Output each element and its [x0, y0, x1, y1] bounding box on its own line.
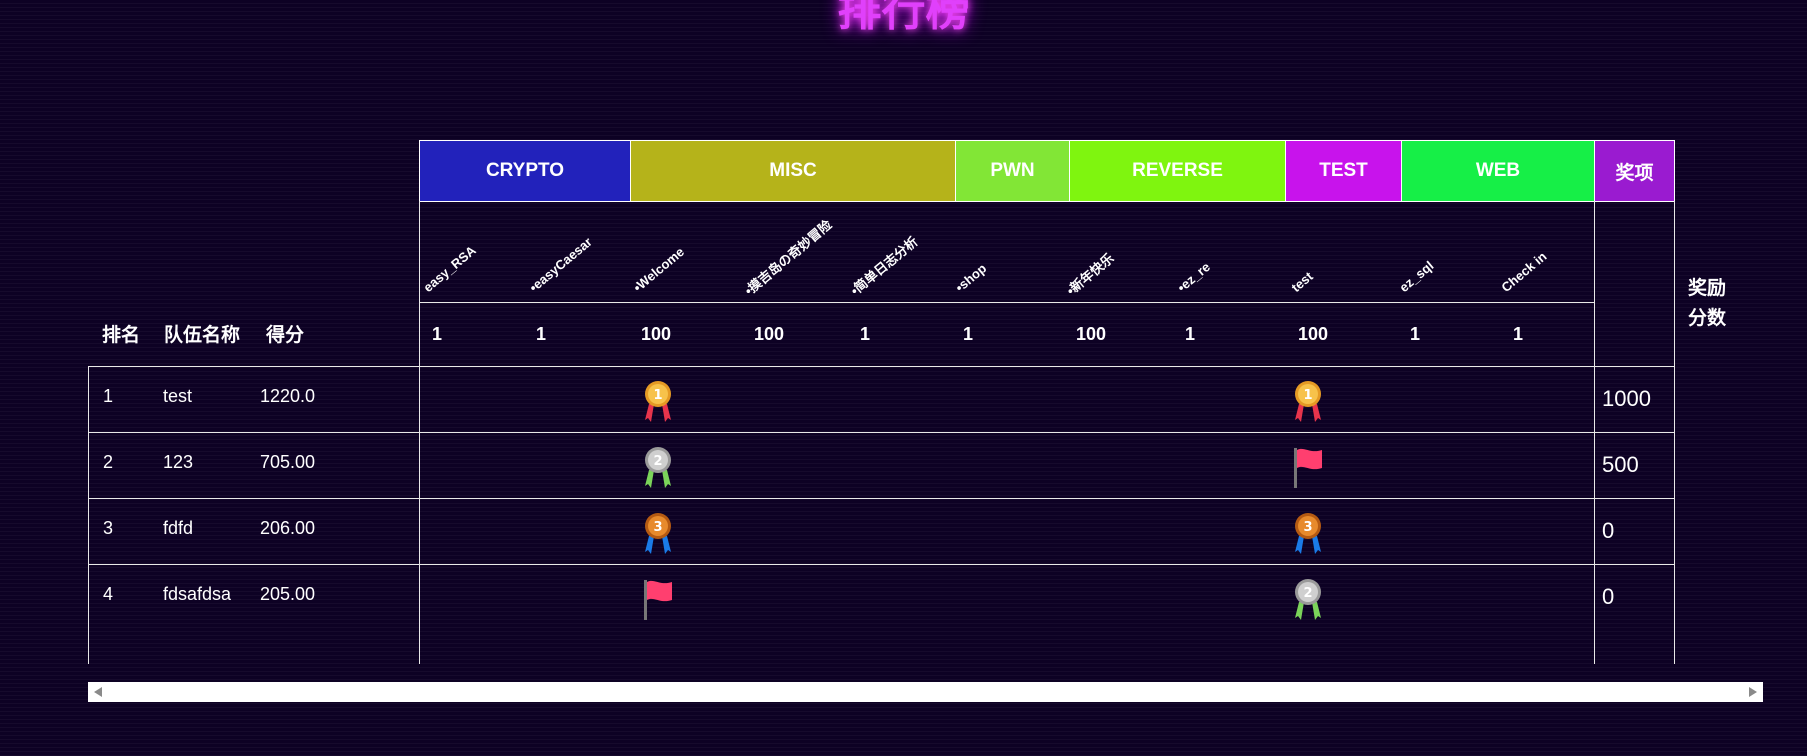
header-rank: 排名	[102, 325, 141, 346]
header-award: 奖励 分数	[1688, 274, 1726, 334]
bronze-medal-icon: 3	[1291, 510, 1325, 558]
category-misc: MISC	[630, 140, 956, 202]
category-reverse: REVERSE	[1069, 140, 1286, 202]
header-team: 队伍名称	[164, 325, 241, 346]
challenge-name[interactable]: ez_sql	[1396, 258, 1436, 295]
row-rank: 4	[103, 584, 114, 604]
svg-text:2: 2	[1303, 586, 1312, 601]
scroll-left-icon[interactable]	[94, 687, 102, 697]
header-score: 得分	[266, 325, 305, 346]
category-crypto: CRYPTO	[419, 140, 631, 202]
silver-medal-icon: 2	[641, 444, 675, 492]
challenge-name[interactable]: •简单日志分析	[846, 231, 921, 299]
silver-medal-icon: 2	[1291, 576, 1325, 624]
row-rank: 1	[103, 386, 114, 406]
svg-text:1: 1	[1303, 388, 1312, 403]
category-label: CRYPTO	[485, 160, 565, 181]
gold-medal-icon: 1	[1291, 378, 1325, 426]
category-label: REVERSE	[1132, 160, 1223, 181]
row-award: 1000	[1602, 386, 1651, 411]
category-test: TEST	[1285, 140, 1402, 202]
svg-text:1: 1	[653, 388, 662, 403]
row-award: 0	[1602, 584, 1615, 609]
challenge-name[interactable]: •shop	[952, 261, 989, 295]
challenge-points: 1	[432, 324, 443, 344]
flag-icon	[1291, 444, 1325, 492]
divider	[88, 432, 1675, 433]
gold-medal-icon: 1	[641, 378, 675, 426]
challenge-points: 100	[1076, 324, 1107, 344]
row-rank: 3	[103, 518, 114, 538]
scoreboard: CRYPTO MISC PWN REVERSE TEST WEB 奖项 easy…	[88, 140, 1763, 664]
scroll-right-icon[interactable]	[1749, 687, 1757, 697]
row-rank: 2	[103, 452, 114, 472]
challenge-points: 1	[860, 324, 871, 344]
category-label: PWN	[990, 160, 1035, 181]
challenge-name[interactable]: •ez_re	[1174, 259, 1213, 295]
category-label: TEST	[1319, 160, 1368, 181]
divider	[88, 564, 1675, 565]
svg-text:3: 3	[653, 520, 662, 535]
challenge-name[interactable]: easy_RSA	[420, 243, 478, 295]
divider	[419, 302, 1594, 303]
row-score: 1220.0	[260, 386, 316, 406]
header-award-line: 分数	[1688, 308, 1727, 329]
row-award: 500	[1602, 452, 1639, 477]
divider	[88, 366, 1675, 367]
flag-icon	[641, 576, 675, 624]
challenge-points: 100	[641, 324, 672, 344]
row-team[interactable]: fdfd	[163, 518, 193, 539]
row-team[interactable]: fdsafdsa	[163, 584, 231, 605]
header-award-line: 奖励	[1688, 278, 1727, 299]
challenge-points: 1	[1513, 324, 1524, 344]
challenge-points: 1	[963, 324, 974, 344]
challenge-name[interactable]: •Welcome	[630, 244, 687, 295]
row-team[interactable]: test	[163, 386, 192, 407]
row-score: 206.00	[260, 518, 316, 538]
row-award: 0	[1602, 518, 1615, 543]
page-title: 排行榜	[837, 0, 970, 35]
svg-text:2: 2	[653, 454, 662, 469]
challenge-points: 100	[754, 324, 785, 344]
challenge-name[interactable]: test	[1288, 269, 1315, 295]
category-web: WEB	[1401, 140, 1595, 202]
horizontal-scrollbar[interactable]	[88, 682, 1763, 702]
challenge-points: 1	[536, 324, 547, 344]
row-score: 205.00	[260, 584, 316, 604]
category-awards: 奖项	[1594, 140, 1675, 202]
category-label: WEB	[1475, 160, 1521, 181]
challenge-name[interactable]: Check in	[1498, 249, 1549, 295]
row-team[interactable]: 123	[163, 452, 193, 473]
category-pwn: PWN	[955, 140, 1070, 202]
challenge-points: 1	[1410, 324, 1421, 344]
challenge-name[interactable]: •摸吉岛の奇妙冒险	[740, 215, 835, 299]
challenge-name[interactable]: •新年快乐	[1062, 248, 1118, 299]
challenge-points: 1	[1185, 324, 1196, 344]
divider	[88, 366, 89, 664]
challenge-points: 100	[1298, 324, 1329, 344]
challenge-name[interactable]: •easyCaesar	[526, 234, 595, 295]
svg-text:3: 3	[1303, 520, 1312, 535]
divider	[88, 498, 1675, 499]
category-label: 奖项	[1615, 162, 1654, 184]
category-label: MISC	[769, 160, 817, 181]
bronze-medal-icon: 3	[641, 510, 675, 558]
row-score: 705.00	[260, 452, 316, 472]
